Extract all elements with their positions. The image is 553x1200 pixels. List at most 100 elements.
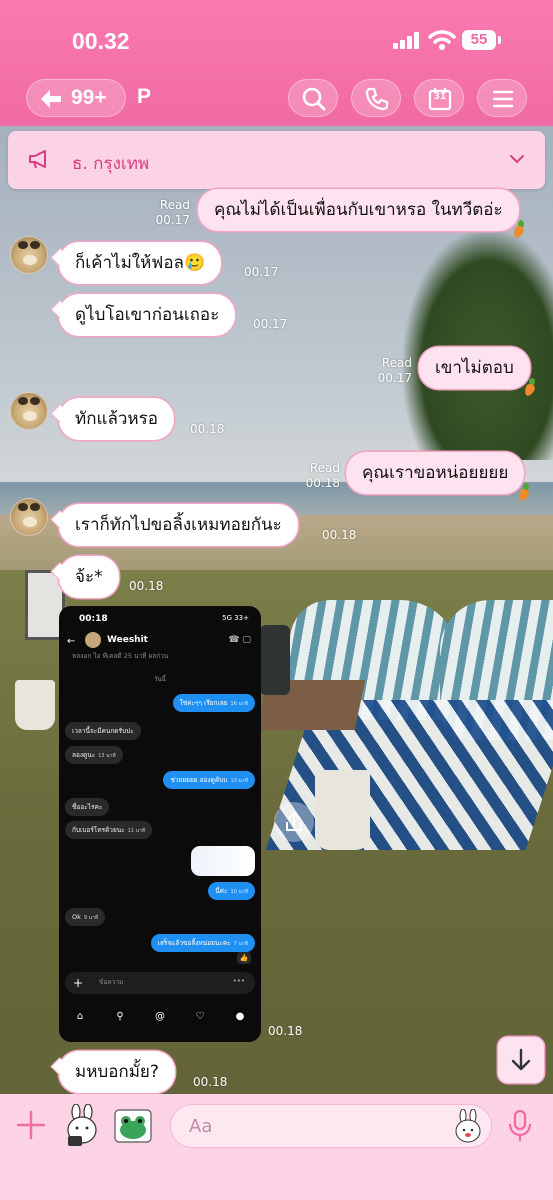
embedded-heart-icon: ♡ — [195, 1011, 205, 1022]
message-text: ทักแล้วหรอ — [75, 409, 158, 429]
embedded-status-indicators: 5G 33+ — [222, 614, 249, 622]
avatar[interactable] — [10, 392, 48, 430]
embedded-message-out: ใช่ค่ะๆๆ เรียกเลย 16 นาที — [172, 694, 255, 712]
message-text: เราก็ทักไปขอลิ้งเหมทอยกันะ — [75, 515, 282, 535]
message-bubble-incoming[interactable]: ดูไบโอเขาก่อนเถอะ — [59, 294, 236, 336]
message-text: จ้ะ* — [75, 567, 103, 587]
message-text: ดูไบโอเขาก่อนเถอะ — [75, 305, 220, 325]
arrow-left-icon — [41, 90, 61, 108]
calendar-day-label: 31 — [433, 92, 447, 102]
megaphone-icon — [29, 150, 46, 169]
embedded-contact-name: Weeshit — [107, 635, 148, 645]
cellular-signal-icon — [393, 32, 421, 49]
back-button[interactable]: 99+ — [26, 79, 126, 117]
wifi-icon — [428, 30, 456, 50]
embedded-message-in: Ok 9 นาที — [65, 908, 106, 926]
share-button[interactable] — [274, 802, 314, 842]
call-button[interactable] — [351, 79, 401, 117]
message-time: 00.18 — [190, 422, 225, 436]
embedded-message-in: เวลานี้จะมีคนกดรับปะ — [65, 722, 141, 740]
message-text: มหบอกมั้ย? — [75, 1062, 159, 1082]
embedded-plus-icon: + — [73, 976, 84, 990]
embedded-message-out: ช่วยยยยย ลองดูค้บบ 13 นาที — [163, 771, 255, 789]
message-time: 00.18 — [129, 579, 164, 593]
bunny-sticker-icon[interactable] — [62, 1104, 102, 1148]
image-message[interactable]: 00:18 5G 33+ ← Weeshit ☎ ▢ หลงอก ไอ ทีเค… — [59, 606, 261, 1042]
embedded-date-label: วันนี้ — [154, 676, 166, 683]
message-meta: Read 00.18 — [300, 461, 340, 491]
avatar[interactable] — [10, 498, 48, 536]
search-button[interactable] — [288, 79, 338, 117]
message-bubble-incoming[interactable]: จ้ะ* — [59, 556, 119, 598]
message-text: เขาไม่ตอบ — [435, 358, 514, 378]
embedded-message-in: กับเบอร์โทรด้วยนะ 11 นาที — [65, 821, 153, 839]
message-input-bar: Aa — [0, 1094, 553, 1200]
microphone-icon[interactable] — [507, 1109, 533, 1143]
frog-sticker-icon[interactable] — [113, 1106, 153, 1146]
battery-icon: 55 — [462, 30, 501, 50]
chat-header: 00.32 55 99+ P 31 — [0, 0, 553, 126]
message-meta: Read 00.17 — [150, 198, 190, 228]
message-text: คุณเราขอหน่อยยยย — [362, 463, 509, 483]
embedded-back-arrow-icon: ← — [67, 636, 76, 647]
status-time: 00.32 — [72, 28, 130, 54]
message-time: 00.18 — [193, 1075, 228, 1089]
message-bubble-outgoing[interactable]: เขาไม่ตอบ — [419, 347, 536, 398]
embedded-message-in: ชื่ออะไรคะ — [65, 798, 110, 816]
message-bubble-outgoing[interactable]: คุณเราขอหน่อยยยย — [346, 452, 531, 503]
announcement-text: ธ. กรุงเทพ — [72, 154, 150, 174]
scroll-to-bottom-button[interactable] — [498, 1037, 544, 1083]
menu-button[interactable] — [477, 79, 527, 117]
embedded-cut-message: หลงอก ไอ ทีเคลดี 25 นาที ผลก่วน — [72, 652, 169, 660]
message-time: 00.17 — [244, 265, 279, 279]
unread-count: 99+ — [71, 86, 107, 109]
embedded-blurred-message — [191, 846, 255, 876]
carrot-icon — [511, 220, 527, 240]
message-input[interactable]: Aa — [170, 1104, 492, 1148]
embedded-threads-icon: @ — [155, 1011, 165, 1022]
read-receipt: Read — [159, 198, 190, 212]
message-bubble-incoming[interactable]: มหบอกมั้ย? — [59, 1051, 175, 1093]
embedded-waveform-icon: ••• — [232, 977, 245, 985]
message-time: 00.18 — [305, 476, 340, 490]
embedded-status-time: 00:18 — [79, 614, 108, 624]
avatar[interactable] — [10, 236, 48, 274]
carrot-icon — [522, 378, 538, 398]
embedded-bottom-nav: ⌂ ⚲ @ ♡ ● — [59, 1004, 261, 1032]
phone-icon — [365, 87, 389, 111]
message-time: 00.18 — [268, 1024, 303, 1038]
message-bubble-incoming[interactable]: ก็เค้าไม่ให้ฟอล🥲 — [59, 242, 222, 284]
arrow-down-icon — [511, 1048, 531, 1071]
embedded-message-out: นี่ค่ะ 10 นาที — [208, 882, 255, 900]
message-time: 00.17 — [253, 317, 288, 331]
carrot-icon — [516, 483, 532, 503]
message-time: 00.18 — [322, 528, 357, 542]
embedded-input-bar: + ข้อความ ••• — [65, 972, 255, 994]
read-receipt: Read — [309, 461, 340, 475]
embedded-input-placeholder: ข้อความ — [99, 978, 124, 986]
announcement-bar[interactable]: ธ. กรุงเทพ — [8, 131, 545, 189]
message-text: ก็เค้าไม่ให้ฟอล🥲 — [75, 253, 206, 273]
hamburger-menu-icon — [492, 90, 514, 108]
message-bubble-incoming[interactable]: ทักแล้วหรอ — [59, 398, 174, 440]
search-icon — [302, 87, 326, 111]
message-time: 00.17 — [377, 371, 412, 385]
embedded-avatar — [85, 632, 101, 648]
plus-icon[interactable] — [16, 1110, 46, 1140]
share-icon — [286, 811, 302, 831]
message-text: คุณไม่ได้เป็นเพื่อนกับเขาหรอ ในทวีตอ่ะ — [214, 200, 503, 220]
read-receipt: Read — [381, 356, 412, 370]
embedded-message-in: ลองดูนะ 13 นาที — [65, 746, 123, 764]
embedded-message-out: เสร็จแล้วขอลิ้งหน่อยนะคะ 7 นาที — [150, 934, 255, 952]
chevron-down-icon[interactable] — [509, 154, 525, 164]
emoji-bunny-icon[interactable] — [451, 1109, 485, 1143]
calendar-button[interactable]: 31 — [414, 79, 464, 117]
embedded-search-icon: ⚲ — [116, 1011, 124, 1022]
message-bubble-incoming[interactable]: เราก็ทักไปขอลิ้งเหมทอยกันะ — [59, 504, 298, 546]
message-input-placeholder: Aa — [189, 1116, 213, 1137]
message-bubble-outgoing[interactable]: คุณไม่ได้เป็นเพื่อนกับเขาหรอ ในทวีตอ่ะ — [198, 189, 525, 240]
embedded-call-video-icons: ☎ ▢ — [228, 635, 251, 645]
embedded-thumbs-up-icon: 👍 — [237, 952, 251, 964]
chat-title[interactable]: P — [137, 85, 151, 109]
message-meta: Read 00.17 — [370, 356, 412, 386]
